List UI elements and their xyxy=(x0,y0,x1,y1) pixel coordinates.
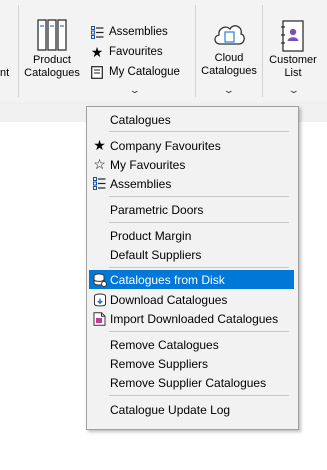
menu-item-label: Download Catalogues xyxy=(110,292,228,307)
menu-item-label: Catalogue Update Log xyxy=(110,402,231,417)
menu-item-label: My Favourites xyxy=(110,157,186,172)
menu-item-remove-suppliers[interactable]: Remove Suppliers xyxy=(89,354,294,373)
ribbon-divider xyxy=(262,5,263,97)
chevron-down-icon[interactable]: ⌄ xyxy=(223,85,235,96)
menu-item-label: Catalogues xyxy=(110,112,171,127)
ribbon-divider xyxy=(18,5,19,97)
star-outline-icon: ☆ xyxy=(93,156,106,172)
menu-item-catalogues[interactable]: Catalogues xyxy=(89,110,294,129)
cloud-catalogues-button[interactable]: Cloud Catalogues xyxy=(198,20,260,88)
cloud-catalogues-label-2: Catalogues xyxy=(201,65,257,77)
menu-item-label: Remove Catalogues xyxy=(110,337,219,352)
product-catalogues-button[interactable]: Product Catalogues xyxy=(22,18,82,88)
ribbon-divider xyxy=(195,5,196,97)
menu-item-remove-supplier-catalogues[interactable]: Remove Supplier Catalogues xyxy=(89,373,294,392)
chevron-down-icon[interactable]: ⌄ xyxy=(129,85,141,96)
product-catalogues-label-2: Catalogues xyxy=(24,67,80,79)
assemblies-icon xyxy=(90,25,104,39)
download-database-icon xyxy=(92,292,107,307)
menu-item-label: Parametric Doors xyxy=(110,202,204,217)
menu-separator xyxy=(109,222,289,223)
my-catalogue-label: My Catalogue xyxy=(109,66,180,78)
star-filled-icon: ★ xyxy=(90,43,104,60)
menu-separator xyxy=(109,267,289,268)
contact-book-icon xyxy=(281,20,304,52)
left-partial-label: nt xyxy=(0,67,10,79)
menu-separator xyxy=(109,196,289,197)
ribbon: nt Product Catalogues Assemblies ★ Favou… xyxy=(0,0,327,103)
menu-item-remove-catalogues[interactable]: Remove Catalogues xyxy=(89,335,294,354)
binders-icon xyxy=(37,19,67,51)
menu-item-product-margin[interactable]: Product Margin xyxy=(89,226,294,245)
my-catalogue-button[interactable]: My Catalogue xyxy=(90,63,180,81)
chevron-down-icon[interactable]: ⌄ xyxy=(288,85,300,96)
assemblies-button[interactable]: Assemblies xyxy=(90,23,168,41)
menu-separator xyxy=(109,131,289,132)
import-document-icon xyxy=(92,311,107,326)
customer-list-label-2: List xyxy=(284,67,302,79)
customer-list-button[interactable]: Customer List xyxy=(264,20,322,88)
menu-item-label: Product Margin xyxy=(110,228,192,243)
star-filled-icon: ★ xyxy=(93,137,106,153)
menu-separator xyxy=(109,331,289,332)
menu-item-label: Catalogues from Disk xyxy=(110,272,225,287)
catalogues-dropdown-menu: Catalogues ★ Company Favourites ☆ My Fav… xyxy=(86,106,299,430)
menu-item-label: Default Suppliers xyxy=(110,247,202,262)
cloud-icon xyxy=(214,25,245,45)
menu-item-label: Assemblies xyxy=(110,176,172,191)
menu-item-download-catalogues[interactable]: Download Catalogues xyxy=(89,290,294,309)
favourites-button[interactable]: ★ Favourites xyxy=(90,43,163,61)
menu-item-default-suppliers[interactable]: Default Suppliers xyxy=(89,245,294,264)
customer-list-label-1: Customer xyxy=(269,54,317,66)
menu-item-label: Remove Suppliers xyxy=(110,356,209,371)
cloud-catalogues-label-1: Cloud xyxy=(214,52,244,64)
disk-database-icon xyxy=(92,272,107,287)
catalogue-book-icon xyxy=(90,65,104,79)
menu-item-parametric-doors[interactable]: Parametric Doors xyxy=(89,200,294,219)
favourites-label: Favourites xyxy=(109,46,163,58)
menu-item-label: Company Favourites xyxy=(110,138,221,153)
assemblies-icon xyxy=(92,176,107,191)
menu-item-label: Import Downloaded Catalogues xyxy=(110,311,279,326)
menu-item-label: Remove Supplier Catalogues xyxy=(110,375,267,390)
menu-item-import-downloaded-catalogues[interactable]: Import Downloaded Catalogues xyxy=(89,309,294,328)
menu-separator xyxy=(109,395,289,396)
menu-item-catalogue-update-log[interactable]: Catalogue Update Log xyxy=(89,400,294,419)
menu-item-company-favourites[interactable]: ★ Company Favourites xyxy=(89,136,294,155)
menu-item-assemblies[interactable]: Assemblies xyxy=(89,174,294,193)
assemblies-label: Assemblies xyxy=(109,26,168,38)
product-catalogues-label-1: Product xyxy=(33,54,71,66)
menu-item-my-favourites[interactable]: ☆ My Favourites xyxy=(89,155,294,174)
menu-item-catalogues-from-disk[interactable]: Catalogues from Disk xyxy=(89,270,294,289)
